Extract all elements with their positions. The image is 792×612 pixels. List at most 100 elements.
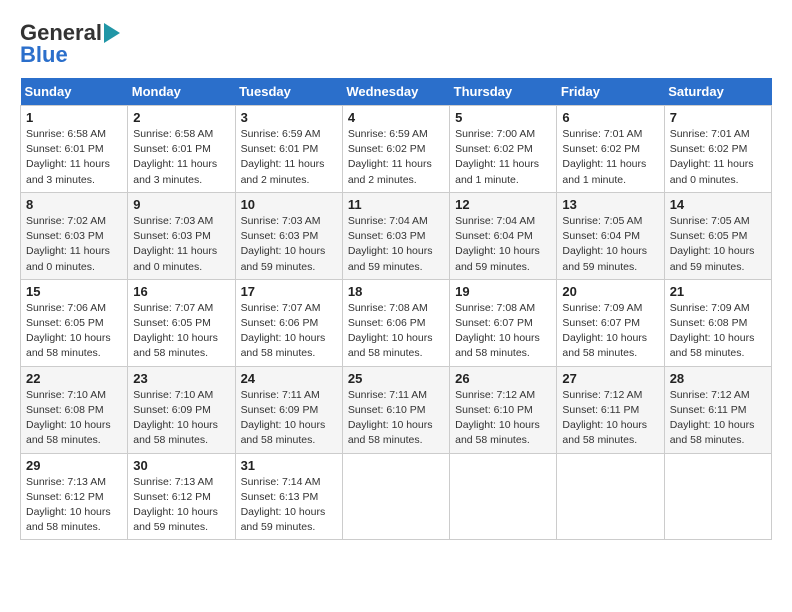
calendar-cell: 22 Sunrise: 7:10 AMSunset: 6:08 PMDaylig…: [21, 366, 128, 453]
calendar-cell: 26 Sunrise: 7:12 AMSunset: 6:10 PMDaylig…: [450, 366, 557, 453]
calendar-cell: 20 Sunrise: 7:09 AMSunset: 6:07 PMDaylig…: [557, 279, 664, 366]
calendar-cell: 2 Sunrise: 6:58 AMSunset: 6:01 PMDayligh…: [128, 106, 235, 193]
day-info: Sunrise: 6:58 AMSunset: 6:01 PMDaylight:…: [26, 127, 122, 188]
day-number: 4: [348, 110, 444, 125]
day-number: 6: [562, 110, 658, 125]
calendar-cell: [664, 453, 771, 540]
day-info: Sunrise: 7:04 AMSunset: 6:04 PMDaylight:…: [455, 214, 551, 275]
logo: General Blue: [20, 20, 120, 68]
calendar-cell: 31 Sunrise: 7:14 AMSunset: 6:13 PMDaylig…: [235, 453, 342, 540]
calendar-cell: [342, 453, 449, 540]
day-number: 16: [133, 284, 229, 299]
day-info: Sunrise: 7:09 AMSunset: 6:07 PMDaylight:…: [562, 301, 658, 362]
day-info: Sunrise: 7:08 AMSunset: 6:06 PMDaylight:…: [348, 301, 444, 362]
day-info: Sunrise: 7:12 AMSunset: 6:11 PMDaylight:…: [562, 388, 658, 449]
day-number: 30: [133, 458, 229, 473]
day-number: 3: [241, 110, 337, 125]
calendar-cell: 29 Sunrise: 7:13 AMSunset: 6:12 PMDaylig…: [21, 453, 128, 540]
day-info: Sunrise: 7:01 AMSunset: 6:02 PMDaylight:…: [562, 127, 658, 188]
calendar-cell: 19 Sunrise: 7:08 AMSunset: 6:07 PMDaylig…: [450, 279, 557, 366]
calendar-cell: 24 Sunrise: 7:11 AMSunset: 6:09 PMDaylig…: [235, 366, 342, 453]
weekday-header-row: SundayMondayTuesdayWednesdayThursdayFrid…: [21, 78, 772, 106]
day-number: 1: [26, 110, 122, 125]
day-info: Sunrise: 7:11 AMSunset: 6:10 PMDaylight:…: [348, 388, 444, 449]
day-info: Sunrise: 7:14 AMSunset: 6:13 PMDaylight:…: [241, 475, 337, 536]
day-number: 13: [562, 197, 658, 212]
day-number: 14: [670, 197, 766, 212]
day-number: 31: [241, 458, 337, 473]
day-info: Sunrise: 7:00 AMSunset: 6:02 PMDaylight:…: [455, 127, 551, 188]
week-row-1: 1 Sunrise: 6:58 AMSunset: 6:01 PMDayligh…: [21, 106, 772, 193]
day-number: 11: [348, 197, 444, 212]
day-info: Sunrise: 7:12 AMSunset: 6:11 PMDaylight:…: [670, 388, 766, 449]
day-info: Sunrise: 6:59 AMSunset: 6:02 PMDaylight:…: [348, 127, 444, 188]
day-info: Sunrise: 7:01 AMSunset: 6:02 PMDaylight:…: [670, 127, 766, 188]
day-number: 9: [133, 197, 229, 212]
calendar-cell: 7 Sunrise: 7:01 AMSunset: 6:02 PMDayligh…: [664, 106, 771, 193]
day-number: 18: [348, 284, 444, 299]
calendar-cell: 14 Sunrise: 7:05 AMSunset: 6:05 PMDaylig…: [664, 192, 771, 279]
day-info: Sunrise: 7:05 AMSunset: 6:04 PMDaylight:…: [562, 214, 658, 275]
calendar-cell: 25 Sunrise: 7:11 AMSunset: 6:10 PMDaylig…: [342, 366, 449, 453]
day-info: Sunrise: 7:11 AMSunset: 6:09 PMDaylight:…: [241, 388, 337, 449]
day-info: Sunrise: 7:10 AMSunset: 6:09 PMDaylight:…: [133, 388, 229, 449]
day-info: Sunrise: 7:03 AMSunset: 6:03 PMDaylight:…: [133, 214, 229, 275]
day-number: 10: [241, 197, 337, 212]
day-number: 5: [455, 110, 551, 125]
calendar-cell: 10 Sunrise: 7:03 AMSunset: 6:03 PMDaylig…: [235, 192, 342, 279]
week-row-4: 22 Sunrise: 7:10 AMSunset: 6:08 PMDaylig…: [21, 366, 772, 453]
day-number: 17: [241, 284, 337, 299]
calendar-cell: 12 Sunrise: 7:04 AMSunset: 6:04 PMDaylig…: [450, 192, 557, 279]
day-info: Sunrise: 6:59 AMSunset: 6:01 PMDaylight:…: [241, 127, 337, 188]
day-number: 19: [455, 284, 551, 299]
day-info: Sunrise: 7:13 AMSunset: 6:12 PMDaylight:…: [26, 475, 122, 536]
calendar-cell: 1 Sunrise: 6:58 AMSunset: 6:01 PMDayligh…: [21, 106, 128, 193]
calendar-cell: 27 Sunrise: 7:12 AMSunset: 6:11 PMDaylig…: [557, 366, 664, 453]
logo-blue: Blue: [20, 42, 68, 68]
day-info: Sunrise: 7:13 AMSunset: 6:12 PMDaylight:…: [133, 475, 229, 536]
day-info: Sunrise: 6:58 AMSunset: 6:01 PMDaylight:…: [133, 127, 229, 188]
day-number: 20: [562, 284, 658, 299]
day-number: 26: [455, 371, 551, 386]
week-row-3: 15 Sunrise: 7:06 AMSunset: 6:05 PMDaylig…: [21, 279, 772, 366]
weekday-header-monday: Monday: [128, 78, 235, 106]
weekday-header-wednesday: Wednesday: [342, 78, 449, 106]
weekday-header-saturday: Saturday: [664, 78, 771, 106]
day-info: Sunrise: 7:10 AMSunset: 6:08 PMDaylight:…: [26, 388, 122, 449]
week-row-2: 8 Sunrise: 7:02 AMSunset: 6:03 PMDayligh…: [21, 192, 772, 279]
day-info: Sunrise: 7:07 AMSunset: 6:06 PMDaylight:…: [241, 301, 337, 362]
calendar-cell: [557, 453, 664, 540]
day-number: 15: [26, 284, 122, 299]
day-info: Sunrise: 7:06 AMSunset: 6:05 PMDaylight:…: [26, 301, 122, 362]
calendar-cell: [450, 453, 557, 540]
day-info: Sunrise: 7:03 AMSunset: 6:03 PMDaylight:…: [241, 214, 337, 275]
calendar-table: SundayMondayTuesdayWednesdayThursdayFrid…: [20, 78, 772, 540]
day-info: Sunrise: 7:07 AMSunset: 6:05 PMDaylight:…: [133, 301, 229, 362]
calendar-cell: 6 Sunrise: 7:01 AMSunset: 6:02 PMDayligh…: [557, 106, 664, 193]
logo-arrow-icon: [104, 23, 120, 43]
day-info: Sunrise: 7:08 AMSunset: 6:07 PMDaylight:…: [455, 301, 551, 362]
day-info: Sunrise: 7:12 AMSunset: 6:10 PMDaylight:…: [455, 388, 551, 449]
week-row-5: 29 Sunrise: 7:13 AMSunset: 6:12 PMDaylig…: [21, 453, 772, 540]
calendar-cell: 13 Sunrise: 7:05 AMSunset: 6:04 PMDaylig…: [557, 192, 664, 279]
calendar-cell: 15 Sunrise: 7:06 AMSunset: 6:05 PMDaylig…: [21, 279, 128, 366]
calendar-cell: 3 Sunrise: 6:59 AMSunset: 6:01 PMDayligh…: [235, 106, 342, 193]
day-info: Sunrise: 7:09 AMSunset: 6:08 PMDaylight:…: [670, 301, 766, 362]
day-number: 7: [670, 110, 766, 125]
day-number: 25: [348, 371, 444, 386]
weekday-header-friday: Friday: [557, 78, 664, 106]
day-number: 29: [26, 458, 122, 473]
calendar-cell: 4 Sunrise: 6:59 AMSunset: 6:02 PMDayligh…: [342, 106, 449, 193]
day-number: 2: [133, 110, 229, 125]
day-number: 8: [26, 197, 122, 212]
day-number: 23: [133, 371, 229, 386]
weekday-header-sunday: Sunday: [21, 78, 128, 106]
calendar-cell: 23 Sunrise: 7:10 AMSunset: 6:09 PMDaylig…: [128, 366, 235, 453]
calendar-cell: 9 Sunrise: 7:03 AMSunset: 6:03 PMDayligh…: [128, 192, 235, 279]
calendar-cell: 18 Sunrise: 7:08 AMSunset: 6:06 PMDaylig…: [342, 279, 449, 366]
calendar-cell: 8 Sunrise: 7:02 AMSunset: 6:03 PMDayligh…: [21, 192, 128, 279]
calendar-cell: 5 Sunrise: 7:00 AMSunset: 6:02 PMDayligh…: [450, 106, 557, 193]
day-info: Sunrise: 7:02 AMSunset: 6:03 PMDaylight:…: [26, 214, 122, 275]
day-number: 21: [670, 284, 766, 299]
calendar-cell: 17 Sunrise: 7:07 AMSunset: 6:06 PMDaylig…: [235, 279, 342, 366]
